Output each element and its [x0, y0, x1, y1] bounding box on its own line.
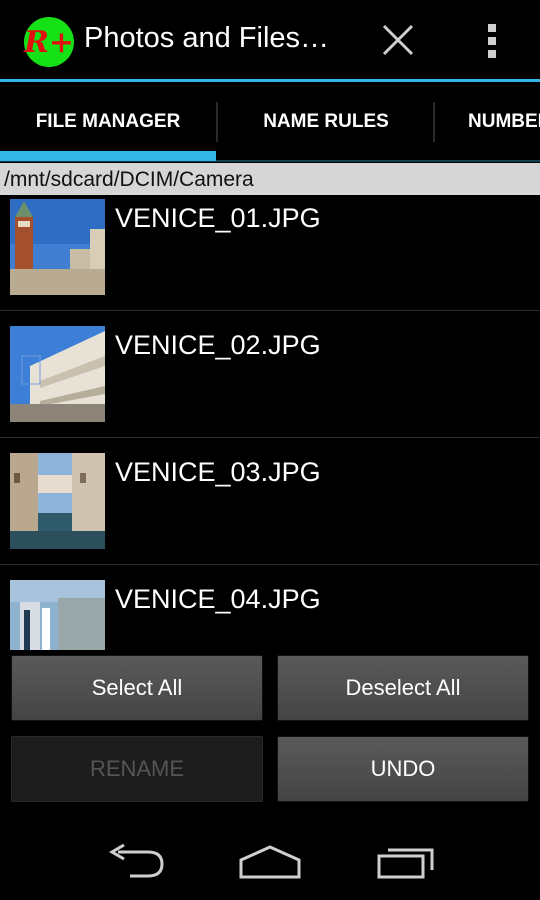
overflow-menu-icon: [488, 24, 496, 58]
file-name: VENICE_01.JPG: [115, 203, 321, 233]
list-item[interactable]: VENICE_03.JPG: [0, 439, 540, 566]
deselect-all-button[interactable]: Deselect All: [277, 655, 529, 721]
venice-gondola-thumbnail: [10, 580, 105, 650]
list-item[interactable]: VENICE_02.JPG: [0, 312, 540, 439]
system-nav-bar: [0, 820, 540, 900]
app-title: Photos and Files…: [84, 22, 330, 54]
tab-bar: FILE MANAGER NAME RULES NUMBER: [0, 82, 540, 162]
close-button[interactable]: [370, 16, 426, 68]
action-bar: R+ Photos and Files…: [0, 0, 540, 80]
recents-icon[interactable]: [376, 844, 440, 880]
app-logo-text: R+: [23, 24, 75, 60]
list-item[interactable]: VENICE_04.JPG: [0, 566, 540, 650]
row-divider: [0, 564, 540, 565]
file-list[interactable]: VENICE_01.JPG VENICE_02.JPG VENICE_03.JP…: [0, 195, 540, 650]
file-name: VENICE_04.JPG: [115, 584, 321, 614]
tab-bar-bottom-line: [0, 160, 540, 162]
tab-number[interactable]: NUMBER: [436, 82, 540, 162]
row-divider: [0, 310, 540, 311]
venice-campanile-thumbnail: [10, 199, 105, 295]
home-icon[interactable]: [238, 844, 302, 880]
tab-divider: [433, 102, 435, 142]
tab-file-manager[interactable]: FILE MANAGER: [0, 82, 216, 162]
tab-name-rules[interactable]: NAME RULES: [218, 82, 434, 162]
venice-canal-bridge-thumbnail: [10, 453, 105, 549]
file-name: VENICE_03.JPG: [115, 457, 321, 487]
close-icon: [382, 24, 414, 56]
list-item[interactable]: VENICE_01.JPG: [0, 195, 540, 322]
row-divider: [0, 437, 540, 438]
rename-button[interactable]: RENAME: [11, 736, 263, 802]
app-logo-icon[interactable]: R+: [24, 17, 74, 67]
undo-button[interactable]: UNDO: [277, 736, 529, 802]
current-path: /mnt/sdcard/DCIM/Camera: [0, 163, 540, 195]
file-name: VENICE_02.JPG: [115, 330, 321, 360]
select-all-button[interactable]: Select All: [11, 655, 263, 721]
back-icon[interactable]: [104, 844, 168, 880]
overflow-menu-button[interactable]: [470, 16, 514, 68]
venice-doges-palace-thumbnail: [10, 326, 105, 422]
